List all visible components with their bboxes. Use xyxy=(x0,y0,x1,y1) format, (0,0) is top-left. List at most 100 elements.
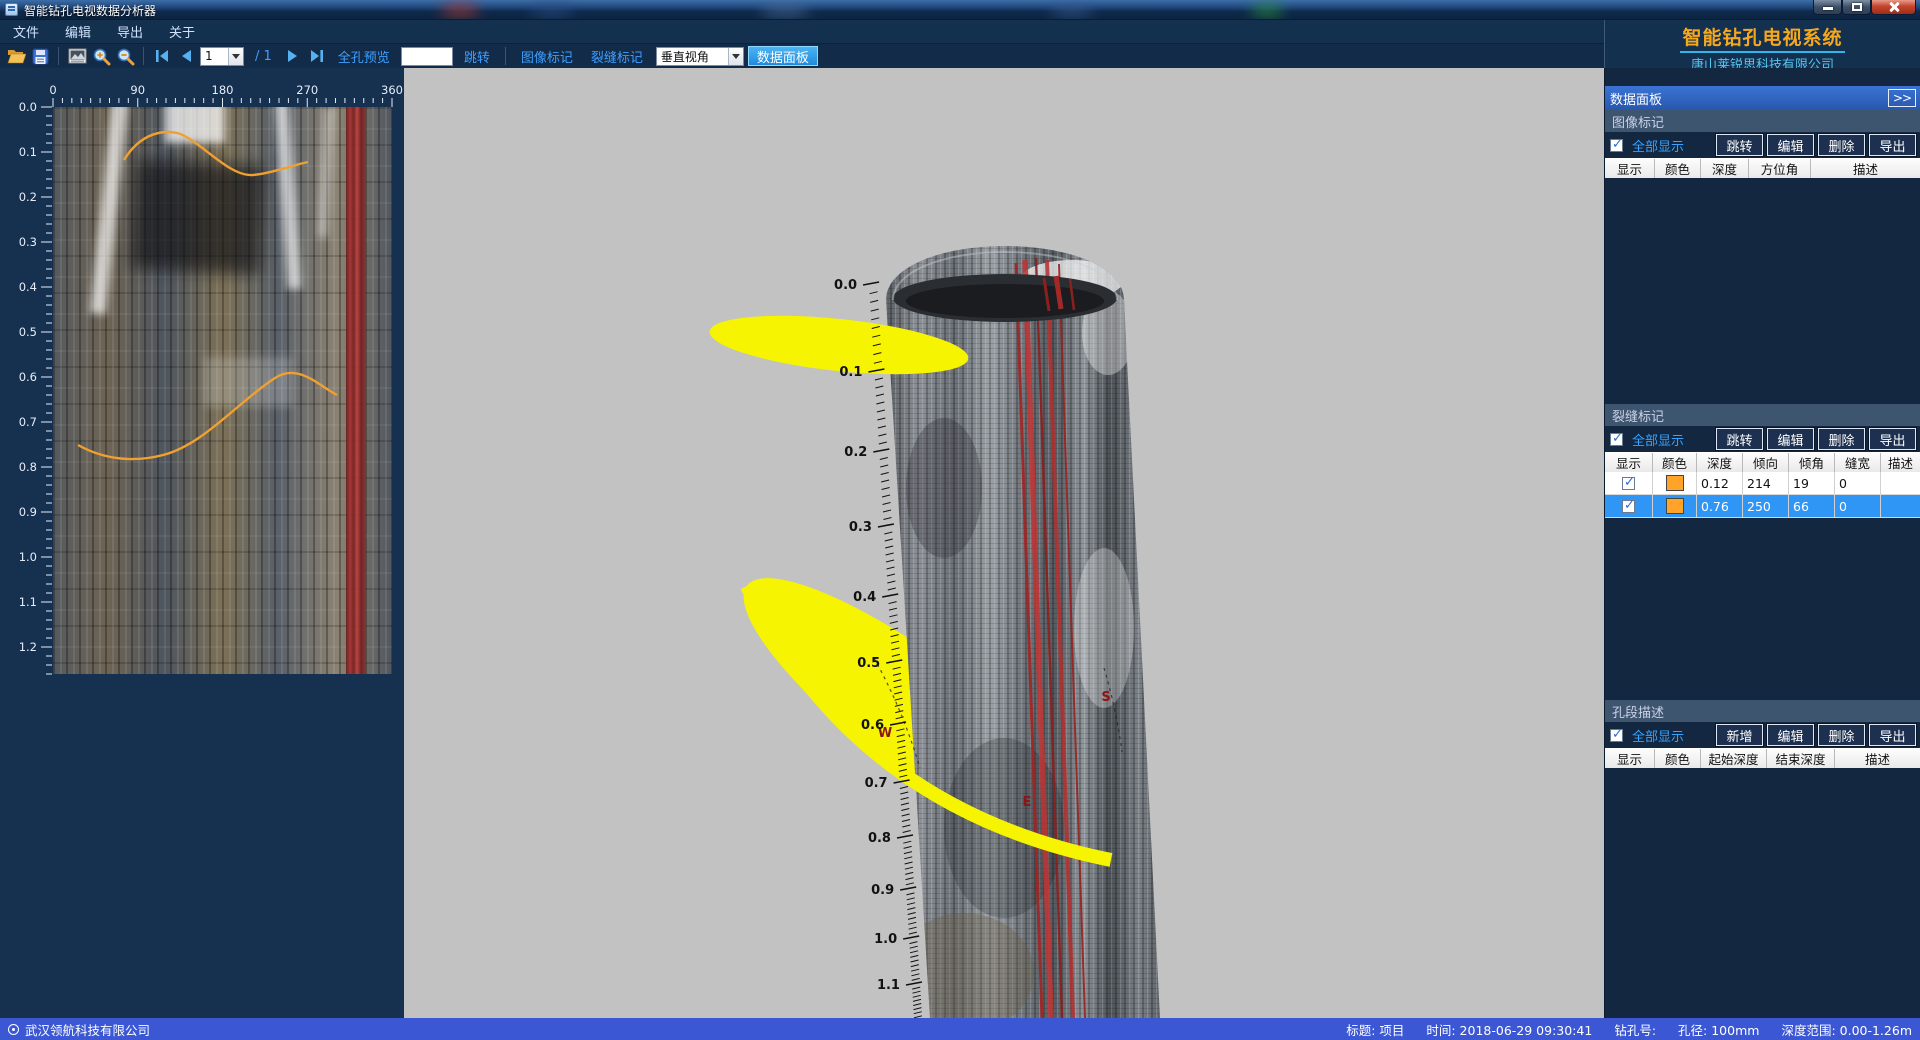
save-icon[interactable] xyxy=(30,46,50,66)
zoom-out-icon[interactable] xyxy=(115,46,135,66)
show-all-label: 全部显示 xyxy=(1632,726,1712,745)
section-button-0[interactable]: 新增 xyxy=(1716,724,1763,746)
system-title: 智能钻孔电视系统 xyxy=(1680,23,1844,53)
window-title: 智能钻孔电视数据分析器 xyxy=(24,2,156,19)
jump-button[interactable]: 跳转 xyxy=(457,47,497,66)
section-button-3[interactable]: 导出 xyxy=(1869,724,1916,746)
row-cell: 0 xyxy=(1835,495,1881,517)
dropdown-arrow-icon[interactable] xyxy=(728,48,743,65)
column-header: 结束深度 xyxy=(1767,749,1835,768)
table-row[interactable]: 0.12214190 xyxy=(1605,472,1920,495)
svg-text:0.5: 0.5 xyxy=(857,656,880,671)
application-window: 智能钻孔电视数据分析器 文件编辑导出关于 xyxy=(0,0,1920,1040)
fracture-curves xyxy=(53,107,392,674)
section-button-0[interactable]: 跳转 xyxy=(1716,428,1763,450)
status-time: 时间: 2018-06-29 09:30:41 xyxy=(1426,1020,1592,1039)
last-page-icon[interactable] xyxy=(307,46,327,66)
section-title: 孔段描述 xyxy=(1605,700,1920,722)
folder-open-icon[interactable] xyxy=(6,46,26,66)
row-cell xyxy=(1881,472,1920,494)
menu-item-1[interactable]: 编辑 xyxy=(52,20,104,43)
section-button-3[interactable]: 导出 xyxy=(1869,428,1916,450)
brand-area: 智能钻孔电视系统 唐山莱锐思科技有限公司 xyxy=(1604,20,1920,68)
show-all-checkbox[interactable] xyxy=(1610,729,1623,742)
row-visible-checkbox[interactable] xyxy=(1622,477,1635,490)
maximize-button[interactable] xyxy=(1842,0,1871,15)
svg-text:90: 90 xyxy=(130,83,145,97)
menu-item-2[interactable]: 导出 xyxy=(104,20,156,43)
menu-bar: 文件编辑导出关于 xyxy=(0,20,1604,44)
crack-mark-button[interactable]: 裂缝标记 xyxy=(584,47,650,66)
section-button-0[interactable]: 跳转 xyxy=(1716,134,1763,156)
svg-text:0.8: 0.8 xyxy=(868,831,891,846)
svg-text:0.2: 0.2 xyxy=(19,190,37,204)
row-color-swatch[interactable] xyxy=(1666,498,1684,514)
column-header: 倾向 xyxy=(1743,453,1789,472)
title-bar: 智能钻孔电视数据分析器 xyxy=(0,0,1920,20)
section-button-2[interactable]: 删除 xyxy=(1818,428,1865,450)
menu-item-0[interactable]: 文件 xyxy=(0,20,52,43)
fracture-curve-1[interactable] xyxy=(124,132,308,175)
section-title: 裂缝标记 xyxy=(1605,404,1920,426)
borehole-wall-image[interactable] xyxy=(53,107,392,674)
svg-text:0.4: 0.4 xyxy=(853,590,876,605)
next-page-icon[interactable] xyxy=(283,46,303,66)
full-hole-preview-button[interactable]: 全孔预览 xyxy=(331,47,397,66)
borehole-opening-inner xyxy=(906,284,1104,318)
data-panel-toggle-button[interactable]: 数据面板 xyxy=(748,46,818,66)
row-cell: 0 xyxy=(1835,472,1881,494)
borehole-3d-viewport[interactable]: WES 0.00.10.20.30.40.50.60.70.80.91.01.1… xyxy=(404,68,1604,1018)
view-mode-select[interactable]: 垂直视角 xyxy=(656,47,744,66)
maximize-icon xyxy=(1852,3,1862,11)
column-header: 描述 xyxy=(1835,749,1920,768)
row-cell: 66 xyxy=(1789,495,1835,517)
section-button-1[interactable]: 编辑 xyxy=(1767,724,1814,746)
toolbar: 1 / 1 全孔预览 跳转 图像标记 裂缝标记 垂直视角 数据面板 xyxy=(0,44,1604,68)
section-button-1[interactable]: 编辑 xyxy=(1767,428,1814,450)
zoom-in-icon[interactable] xyxy=(91,46,111,66)
show-all-label: 全部显示 xyxy=(1632,430,1712,449)
status-bar: 武汉领航科技有限公司 标题: 项目 时间: 2018-06-29 09:30:4… xyxy=(0,1018,1920,1040)
row-cell xyxy=(1881,495,1920,517)
section-button-1[interactable]: 编辑 xyxy=(1767,134,1814,156)
svg-text:180: 180 xyxy=(212,83,234,97)
show-all-checkbox[interactable] xyxy=(1610,139,1623,152)
prev-page-icon[interactable] xyxy=(176,46,196,66)
svg-text:360: 360 xyxy=(381,83,403,97)
aero-blur-decoration xyxy=(530,2,574,18)
menu-item-3[interactable]: 关于 xyxy=(156,20,208,43)
fracture-curve-2[interactable] xyxy=(78,373,337,459)
section-button-2[interactable]: 删除 xyxy=(1818,724,1865,746)
first-page-icon[interactable] xyxy=(152,46,172,66)
collapse-panel-button[interactable]: >> xyxy=(1888,89,1916,107)
row-visible-checkbox[interactable] xyxy=(1622,500,1635,513)
show-all-label: 全部显示 xyxy=(1632,136,1712,155)
section-image-marks: 图像标记全部显示跳转编辑删除导出显示颜色深度方位角描述 xyxy=(1605,110,1920,178)
column-header: 深度 xyxy=(1697,453,1743,472)
close-button[interactable] xyxy=(1871,0,1916,15)
svg-text:0: 0 xyxy=(49,83,56,97)
row-cell: 19 xyxy=(1789,472,1835,494)
table-row[interactable]: 0.76250660 xyxy=(1605,495,1920,518)
table-header: 显示颜色起始深度结束深度描述 xyxy=(1605,748,1920,768)
svg-text:0.5: 0.5 xyxy=(19,325,37,339)
copyright-icon xyxy=(8,1024,19,1035)
image-adjust-icon[interactable] xyxy=(67,46,87,66)
show-all-checkbox[interactable] xyxy=(1610,433,1623,446)
status-project-title: 标题: 项目 xyxy=(1346,1020,1404,1039)
page-number-value: 1 xyxy=(201,49,228,63)
section-button-3[interactable]: 导出 xyxy=(1869,134,1916,156)
minimize-button[interactable] xyxy=(1813,0,1842,15)
close-icon xyxy=(1888,1,1900,13)
page-number-select[interactable]: 1 xyxy=(200,47,244,66)
column-header: 颜色 xyxy=(1653,453,1697,472)
dropdown-arrow-icon[interactable] xyxy=(228,48,243,65)
column-header: 起始深度 xyxy=(1701,749,1767,768)
toolbar-separator xyxy=(58,47,59,65)
status-hole-number: 钻孔号: xyxy=(1614,1020,1656,1039)
svg-text:0.9: 0.9 xyxy=(19,505,37,519)
image-mark-button[interactable]: 图像标记 xyxy=(514,47,580,66)
jump-depth-input[interactable] xyxy=(401,47,453,66)
section-button-2[interactable]: 删除 xyxy=(1818,134,1865,156)
row-color-swatch[interactable] xyxy=(1666,475,1684,491)
